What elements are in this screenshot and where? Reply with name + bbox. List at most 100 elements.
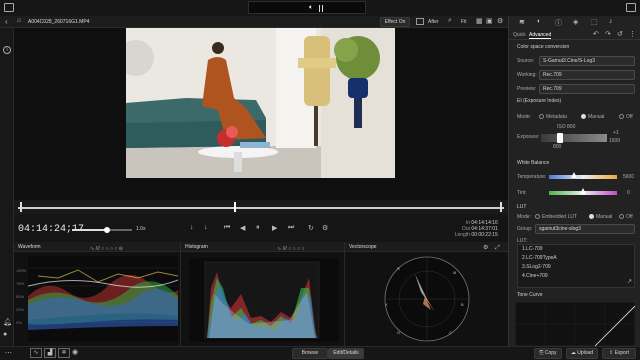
audio-panel-icon[interactable]: ♪ bbox=[609, 18, 613, 25]
bell-icon[interactable]: 🔔︎ bbox=[3, 318, 12, 326]
mark-out-icon[interactable]: ↓ bbox=[204, 224, 208, 231]
palette-icon[interactable]: ◐ bbox=[537, 18, 541, 25]
go-start-icon[interactable]: ⏮ bbox=[224, 224, 230, 232]
waveform-channel-toggles[interactable]: ∿ /// ○ ○ ○ ○ ⊖ bbox=[90, 244, 123, 254]
pause-icon[interactable]: ⏸ bbox=[256, 224, 260, 232]
step-forward-icon[interactable]: ▶ bbox=[272, 224, 277, 232]
lut-off-radio[interactable] bbox=[619, 214, 624, 219]
info-panel-icon[interactable]: ⓘ bbox=[555, 18, 562, 28]
lut-embedded-label: Embedded LUT bbox=[542, 214, 578, 220]
lut-list-item[interactable]: 3.SLog2-709 bbox=[522, 263, 634, 272]
preview-select[interactable]: Rec.709 bbox=[539, 84, 635, 94]
vectorscope-expand-icon[interactable]: ⤢ bbox=[495, 243, 500, 253]
shuttle-knob[interactable] bbox=[104, 227, 110, 233]
length-value: 00:00:22:15 bbox=[471, 232, 498, 238]
browse-button[interactable]: Browse bbox=[292, 348, 328, 359]
home-icon[interactable]: ⌂ bbox=[17, 17, 21, 24]
info-icon[interactable]: i bbox=[3, 46, 11, 54]
user-icon[interactable]: ● bbox=[3, 331, 7, 338]
speaker-icon[interactable]: 🔈︎ bbox=[309, 4, 313, 12]
video-frame[interactable] bbox=[126, 28, 395, 178]
working-select[interactable]: Rec.709 bbox=[539, 70, 635, 80]
svg-text:C: C bbox=[449, 330, 452, 335]
exposure-plus: +1 bbox=[613, 130, 619, 136]
upload-icon: ☁ bbox=[570, 350, 576, 356]
more-icon[interactable]: ⋮ bbox=[629, 30, 636, 38]
undo-icon[interactable]: ↶ bbox=[593, 30, 599, 38]
tab-quick[interactable]: Quick bbox=[513, 32, 526, 38]
crop-icon[interactable]: ⬚ bbox=[591, 18, 598, 26]
wave-tick-0: 0% bbox=[16, 320, 22, 325]
ei-off-radio[interactable] bbox=[619, 114, 624, 119]
edit-details-button[interactable]: Edit/Details bbox=[328, 348, 364, 359]
export-button[interactable]: ⇪ Export bbox=[602, 348, 636, 359]
svg-text:M: M bbox=[453, 270, 456, 275]
temperature-knob[interactable] bbox=[571, 172, 577, 178]
iso-base-label: 800 bbox=[553, 144, 562, 150]
shuttle-fill bbox=[72, 229, 108, 231]
lut-add-icon[interactable]: ↗ bbox=[627, 278, 632, 285]
after-label[interactable]: After bbox=[428, 19, 439, 25]
lut-list-item[interactable]: 1.LC-709 bbox=[522, 245, 634, 254]
out-marker[interactable] bbox=[500, 202, 502, 212]
adjust-icon[interactable]: ≋ bbox=[519, 18, 525, 26]
in-out-readout: In 04:14:14:16 Out 04:14:37:01 Length 00… bbox=[454, 220, 506, 238]
lut-group-select[interactable]: sgamut3cine-slog3 bbox=[535, 224, 635, 234]
fit-dropdown[interactable]: Fit bbox=[461, 19, 467, 25]
tab-advanced[interactable]: Advanced bbox=[529, 32, 552, 39]
ei-manual-radio[interactable] bbox=[581, 114, 586, 119]
go-end-icon[interactable]: ⏭ bbox=[288, 224, 294, 232]
playback-settings-icon[interactable]: ⚙ bbox=[322, 224, 328, 232]
exposure-value: 1600 bbox=[609, 138, 621, 144]
vectorscope-settings-icon[interactable]: ⚙ bbox=[483, 243, 488, 253]
tone-curve-graph[interactable] bbox=[515, 302, 635, 346]
copy-button[interactable]: ⎘ Copy bbox=[534, 348, 562, 359]
histogram-channel-toggles[interactable]: ∿ /// ○ ○ ○ ○ bbox=[277, 244, 304, 254]
redo-icon[interactable]: ↷ bbox=[605, 30, 611, 38]
overlay-icon[interactable]: ▣ bbox=[486, 17, 493, 25]
lut-embedded-radio[interactable] bbox=[535, 214, 540, 219]
lut-list-item[interactable]: 2.LC-709TypeA bbox=[522, 254, 634, 263]
shuttle-slider[interactable] bbox=[72, 227, 132, 233]
ei-header: EI (Exposure Index) bbox=[517, 98, 562, 104]
source-select[interactable]: S-Gamut3.Cine/S-Log3 bbox=[539, 56, 635, 66]
loop-icon[interactable]: ↻ bbox=[308, 224, 314, 232]
step-back-icon[interactable]: ◀ bbox=[240, 224, 245, 232]
temperature-slider[interactable] bbox=[549, 172, 617, 179]
upload-button[interactable]: ☁ Upload bbox=[566, 348, 598, 359]
clip-filename: A004C028_260716G1.MP4 bbox=[28, 19, 90, 25]
lut-mode-label: Mode: bbox=[517, 214, 531, 220]
lut-list-item[interactable]: 4.Cine+709 bbox=[522, 272, 634, 281]
ei-metadata-radio[interactable] bbox=[539, 114, 544, 119]
playback-speed: 1.0x bbox=[136, 226, 146, 232]
histogram-toggle-icon[interactable]: ▟ bbox=[44, 348, 56, 358]
compare-icon[interactable] bbox=[416, 18, 424, 25]
reset-icon[interactable]: ↺ bbox=[617, 30, 623, 38]
tag-icon[interactable]: ◈ bbox=[573, 18, 578, 26]
ei-off-label: Off bbox=[626, 114, 633, 120]
tint-knob[interactable] bbox=[580, 188, 586, 194]
timeline-scrubber[interactable] bbox=[18, 202, 504, 212]
tint-slider[interactable] bbox=[549, 188, 617, 195]
effect-toggle-button[interactable]: Effect On bbox=[380, 17, 410, 27]
back-icon[interactable]: ‹ bbox=[5, 17, 8, 26]
inspector-icon-row: ≋ ◐ ⓘ ◈ ⬚ ♪ bbox=[513, 18, 637, 28]
more-menu-icon[interactable]: ⋯ bbox=[5, 349, 12, 357]
lut-manual-radio[interactable] bbox=[589, 214, 594, 219]
mark-in-icon[interactable]: ↓ bbox=[190, 224, 194, 231]
panel-toggle-icon[interactable] bbox=[626, 3, 636, 12]
vectorscope-toggle-icon[interactable]: ✲ bbox=[58, 348, 70, 358]
export-label: Export bbox=[614, 350, 630, 356]
in-marker[interactable] bbox=[20, 202, 22, 212]
exposure-slider[interactable] bbox=[541, 133, 607, 143]
vectorscope-plot: R M B C G Y bbox=[384, 256, 470, 342]
zoom-icon[interactable]: ⌕ bbox=[448, 17, 452, 25]
settings-icon[interactable]: ⚙ bbox=[497, 17, 503, 25]
record-icon[interactable]: ◉ bbox=[72, 348, 78, 356]
sidebar-toggle-icon[interactable] bbox=[4, 3, 14, 12]
exposure-knob[interactable] bbox=[557, 133, 563, 143]
waveform-toggle-icon[interactable]: ∿ bbox=[30, 348, 42, 358]
effect-label: Effect On bbox=[384, 19, 406, 25]
playhead[interactable] bbox=[234, 202, 236, 212]
grid-icon[interactable]: ▦ bbox=[476, 17, 483, 25]
